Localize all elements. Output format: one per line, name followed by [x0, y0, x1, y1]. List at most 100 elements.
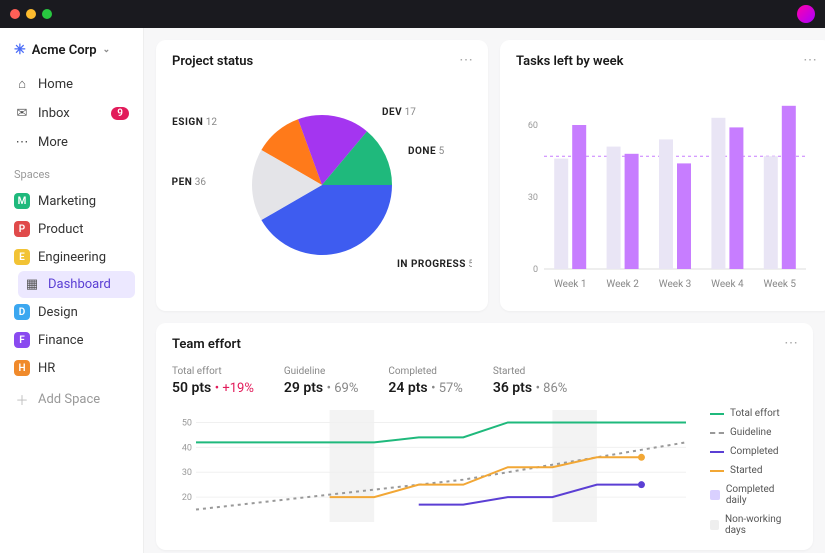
- tasks-left-card: Tasks left by week ⋯ 03060Week 1Week 2We…: [500, 40, 825, 311]
- svg-text:DEV 17: DEV 17: [382, 107, 416, 118]
- legend-total-effort: Total effort: [710, 408, 797, 419]
- legend-completed: Completed: [710, 446, 797, 457]
- card-menu-icon[interactable]: ⋯: [784, 335, 799, 351]
- svg-text:60: 60: [528, 121, 538, 131]
- legend-label: Started: [730, 465, 763, 476]
- nav-more[interactable]: ⋯ More: [8, 129, 135, 156]
- nav-inbox[interactable]: ✉ Inbox 9: [8, 100, 135, 127]
- space-chip-icon: P: [14, 221, 30, 237]
- sidebar-space-hr[interactable]: HHR: [8, 354, 135, 382]
- sidebar-space-finance[interactable]: F Finance: [8, 326, 135, 354]
- inbox-badge: 9: [111, 107, 129, 120]
- sidebar-space-marketing[interactable]: M Marketing: [8, 187, 135, 215]
- project-status-card: Project status ⋯ DESIGN 12 DEV 17 DONE 5 IN…: [156, 40, 488, 311]
- space-chip-icon: F: [14, 332, 30, 348]
- line-completed: [419, 485, 642, 505]
- legend-label: Total effort: [730, 408, 780, 419]
- metric-guideline: Guideline 29 pts • 69%: [284, 366, 358, 396]
- metric-total-effort: Total effort 50 pts • +19%: [172, 366, 254, 396]
- nav-home[interactable]: ⌂ Home: [8, 70, 135, 98]
- line-total-effort: [196, 422, 686, 442]
- close-window-icon[interactable]: [10, 9, 20, 19]
- space-chip-icon: D: [14, 304, 30, 320]
- bar-Week1-1[interactable]: [572, 125, 586, 269]
- metric-label: Guideline: [284, 366, 358, 377]
- svg-text:30: 30: [528, 193, 538, 203]
- bar-Week2-0[interactable]: [607, 147, 621, 269]
- workspace-name: Acme Corp: [32, 43, 97, 58]
- svg-text:Week 4: Week 4: [711, 279, 744, 290]
- sidebar-space-design[interactable]: D Design: [8, 298, 135, 326]
- space-name: Engineering: [38, 250, 106, 265]
- svg-text:DONE 5: DONE 5: [408, 146, 445, 157]
- bar-Week3-0[interactable]: [659, 139, 673, 269]
- space-name: Marketing: [38, 194, 96, 209]
- metric-label: Started: [493, 366, 567, 377]
- nav-label: Dashboard: [48, 277, 111, 292]
- window-titlebar: [0, 0, 825, 28]
- legend-swatch: [710, 520, 719, 530]
- home-icon: ⌂: [14, 76, 30, 92]
- svg-text:OPEN 36: OPEN 36: [172, 177, 206, 188]
- space-name: Finance: [38, 333, 83, 348]
- nav-label: More: [38, 135, 68, 150]
- line-endpoint-icon: [638, 454, 645, 461]
- add-space-button[interactable]: ＋ Add Space: [8, 384, 135, 415]
- card-title: Team effort: [172, 337, 797, 352]
- traffic-lights: [10, 9, 52, 19]
- metric-value: 24 pts • 57%: [388, 380, 462, 396]
- svg-text:0: 0: [533, 265, 538, 275]
- workspace-switcher[interactable]: ✳ Acme Corp ⌄: [8, 38, 135, 62]
- dashboard-icon: ▦: [24, 277, 40, 292]
- legend-swatch: [710, 470, 724, 472]
- bar-Week5-0[interactable]: [764, 156, 778, 269]
- legend-swatch: [710, 413, 724, 415]
- metric-label: Completed: [388, 366, 462, 377]
- card-menu-icon[interactable]: ⋯: [459, 52, 474, 68]
- sidebar: ✳ Acme Corp ⌄ ⌂ Home ✉ Inbox 9 ⋯ More Sp…: [0, 28, 144, 553]
- bar-Week3-1[interactable]: [677, 163, 691, 269]
- bar-Week2-1[interactable]: [625, 154, 639, 269]
- legend-label: Guideline: [730, 427, 771, 438]
- card-title: Project status: [172, 54, 472, 69]
- svg-text:20: 20: [182, 493, 192, 503]
- plus-icon: ＋: [14, 390, 30, 409]
- minimize-window-icon[interactable]: [26, 9, 36, 19]
- avatar[interactable]: [797, 5, 815, 23]
- bar-Week4-1[interactable]: [729, 127, 743, 269]
- metric-started: Started 36 pts • 86%: [493, 366, 567, 396]
- bar-Week5-1[interactable]: [782, 106, 796, 269]
- svg-text:DESIGN 12: DESIGN 12: [172, 117, 217, 128]
- sidebar-space-product[interactable]: P Product: [8, 215, 135, 243]
- card-menu-icon[interactable]: ⋯: [803, 52, 818, 68]
- chevron-down-icon: ⌄: [103, 45, 111, 55]
- bar-Week1-0[interactable]: [554, 159, 568, 269]
- legend-started: Started: [710, 465, 797, 476]
- space-name: Product: [38, 222, 83, 237]
- project-status-chart: DESIGN 12 DEV 17 DONE 5 IN PROGRESS 5 OPEN 3…: [172, 85, 472, 275]
- legend-label: Completed: [730, 446, 779, 457]
- legend-swatch: [710, 432, 724, 434]
- metric-label: Total effort: [172, 366, 254, 377]
- svg-text:40: 40: [182, 443, 192, 453]
- spaces-label: Spaces: [8, 158, 135, 185]
- svg-text:Week 5: Week 5: [764, 279, 797, 290]
- sidebar-space-engineering[interactable]: E Engineering: [8, 243, 135, 271]
- space-name: Design: [38, 305, 78, 320]
- more-icon: ⋯: [14, 135, 30, 150]
- nav-label: Inbox: [38, 106, 70, 121]
- metric-completed: Completed 24 pts • 57%: [388, 366, 462, 396]
- sidebar-dashboard[interactable]: ▦ Dashboard: [18, 271, 135, 298]
- svg-text:30: 30: [182, 468, 192, 478]
- zoom-window-icon[interactable]: [42, 9, 52, 19]
- metric-value: 36 pts • 86%: [493, 380, 567, 396]
- space-chip-icon: E: [14, 249, 30, 265]
- bar-Week4-0[interactable]: [711, 118, 725, 269]
- nonworking-band: [330, 410, 375, 522]
- svg-text:IN PROGRESS 5: IN PROGRESS 5: [397, 259, 472, 270]
- space-chip-icon: M: [14, 193, 30, 209]
- space-name: HR: [38, 361, 55, 376]
- nav-label: Home: [38, 77, 73, 92]
- card-title: Tasks left by week: [516, 54, 816, 69]
- tasks-left-chart: 03060Week 1Week 2Week 3Week 4Week 5: [516, 83, 816, 293]
